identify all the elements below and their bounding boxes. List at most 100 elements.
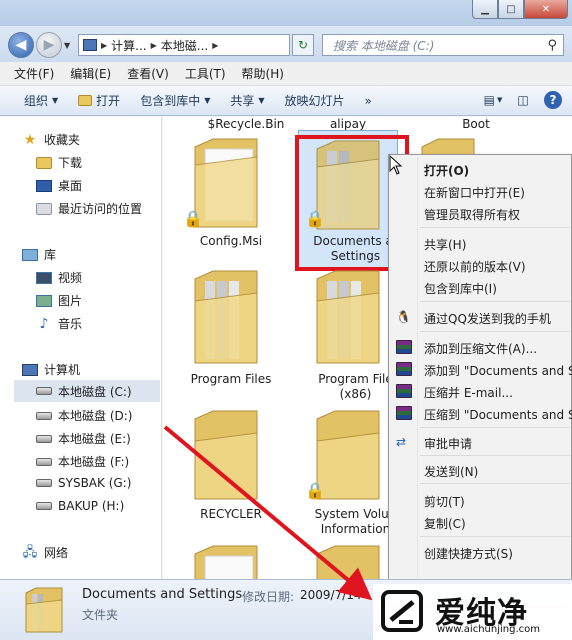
cm-create-shortcut[interactable]: 创建快捷方式(S)	[424, 545, 513, 562]
breadcrumb-computer[interactable]: 计算...	[111, 37, 146, 54]
nav-downloads[interactable]: 下载	[36, 154, 82, 171]
cm-share[interactable]: 共享(H)	[424, 236, 466, 253]
chevron-right-icon[interactable]: ▶	[151, 41, 157, 50]
context-menu: 打开(O) 在新窗口中打开(E) 管理员取得所有权 共享(H) 还原以前的版本(…	[388, 154, 572, 580]
cm-restore-previous[interactable]: 还原以前的版本(V)	[424, 258, 526, 275]
cm-send-to[interactable]: 发送到(N)	[424, 463, 478, 480]
nav-desktop[interactable]: 桌面	[36, 177, 82, 194]
share-label: 共享	[230, 94, 255, 108]
dropdown-arrow-icon: ▼	[258, 96, 265, 105]
picture-library-icon	[36, 294, 52, 307]
video-library-icon	[36, 271, 52, 284]
desktop-icon	[36, 179, 52, 192]
details-file-name: Documents and Settings	[82, 587, 243, 602]
cm-compress-email[interactable]: 压缩并 E-mail...	[424, 384, 513, 401]
cm-compress-to-named[interactable]: 压缩到 "Documents and S	[424, 406, 572, 423]
menu-help[interactable]: 帮助(H)	[242, 65, 284, 82]
nav-desktop-label: 桌面	[58, 179, 83, 193]
nav-drive-d[interactable]: 本地磁盘 (D:)	[36, 407, 132, 424]
winrar-icon	[396, 384, 412, 398]
watermark: 爱纯净 www.aichunjing.com	[373, 584, 572, 640]
recent-pages-dropdown-icon[interactable]: ▼	[64, 41, 70, 50]
nav-libraries[interactable]: 库	[22, 246, 56, 263]
chevron-right-icon[interactable]: ▶	[212, 41, 218, 50]
cm-add-to-archive[interactable]: 添加到压缩文件(A)...	[424, 340, 537, 357]
back-button[interactable]: ◀	[8, 32, 34, 58]
include-label: 包含到库中	[140, 94, 201, 108]
cm-open[interactable]: 打开(O)	[424, 162, 469, 179]
breadcrumb-local-disk[interactable]: 本地磁...	[161, 37, 208, 54]
nav-computer[interactable]: 计算机	[22, 361, 80, 378]
drive-icon	[36, 479, 52, 487]
nav-drive-f[interactable]: 本地磁盘 (F:)	[36, 453, 129, 470]
nav-recent-places[interactable]: 最近访问的位置	[36, 200, 142, 217]
help-icon[interactable]: ?	[544, 91, 562, 109]
minimize-button[interactable]: ▁	[472, 0, 498, 19]
folder-icon-program-files-x86[interactable]	[313, 267, 383, 367]
cm-separator	[420, 483, 570, 484]
nav-drive-c[interactable]: 本地磁盘 (C:)	[14, 380, 160, 402]
winrar-icon	[396, 406, 412, 420]
preview-pane-icon[interactable]: ◫	[514, 91, 532, 109]
nav-network[interactable]: 🖧 网络	[22, 544, 68, 561]
nav-music[interactable]: ♪ 音乐	[36, 315, 82, 332]
maximize-button[interactable]: □	[498, 0, 524, 19]
file-label-boot[interactable]: Boot	[421, 117, 531, 132]
chevron-right-icon[interactable]: ▶	[101, 41, 107, 50]
star-icon: ★	[23, 131, 37, 148]
search-icon[interactable]: ⚲	[547, 38, 557, 53]
menu-file[interactable]: 文件(F)	[14, 65, 54, 82]
nav-drive-g[interactable]: SYSBAK (G:)	[36, 476, 131, 490]
nav-libraries-label: 库	[44, 248, 57, 262]
cm-add-to-named-archive[interactable]: 添加到 "Documents and S	[424, 362, 572, 379]
library-icon	[22, 248, 38, 261]
include-in-library-button[interactable]: 包含到库中 ▼	[140, 92, 210, 109]
slideshow-button[interactable]: 放映幻灯片	[285, 92, 345, 109]
cm-separator	[420, 427, 570, 428]
folder-icon-program-files[interactable]	[191, 267, 261, 367]
folder-icon-partial[interactable]	[191, 542, 261, 579]
close-button[interactable]: ✕	[524, 0, 568, 19]
nav-drive-h[interactable]: BAKUP (H:)	[36, 499, 124, 513]
file-label-recycle-bin[interactable]: $Recycle.Bin	[191, 117, 301, 132]
cm-separator	[420, 227, 570, 228]
cm-send-qq[interactable]: 通过QQ发送到我的手机	[424, 310, 551, 327]
computer-icon	[22, 363, 38, 376]
cm-cut[interactable]: 剪切(T)	[424, 493, 465, 510]
drive-icon	[36, 502, 52, 510]
more-commands-button[interactable]: »	[365, 94, 372, 108]
cm-take-ownership[interactable]: 管理员取得所有权	[424, 206, 520, 223]
organize-button[interactable]: 组织 ▼	[24, 92, 58, 109]
nav-favorites[interactable]: ★ 收藏夹	[22, 131, 80, 148]
lock-icon: 🔒	[183, 209, 203, 228]
share-button[interactable]: 共享 ▼	[230, 92, 264, 109]
search-input[interactable]: 搜索 本地磁盘 (C:) ⚲	[322, 34, 564, 56]
cm-open-new-window[interactable]: 在新窗口中打开(E)	[424, 184, 525, 201]
open-button[interactable]: 打开	[78, 92, 120, 109]
file-label-config-msi[interactable]: Config.Msi	[181, 234, 281, 249]
menu-view[interactable]: 查看(V)	[127, 65, 169, 82]
refresh-button[interactable]: ↻	[292, 34, 314, 56]
network-icon: 🖧	[22, 544, 38, 560]
forward-button[interactable]: ▶	[36, 32, 62, 58]
change-view-icon[interactable]: ▤ ▼	[484, 91, 503, 109]
command-bar: 组织 ▼ 打开 包含到库中 ▼ 共享 ▼ 放映幻灯片 » ▤ ▼ ◫ ?	[0, 86, 572, 116]
nav-drive-e[interactable]: 本地磁盘 (E:)	[36, 430, 131, 447]
dropdown-arrow-icon: ▼	[52, 96, 59, 105]
file-label-program-files[interactable]: Program Files	[181, 372, 281, 387]
file-label-recycler[interactable]: RECYCLER	[181, 507, 281, 522]
folder-icon-recycler[interactable]	[191, 407, 261, 502]
nav-drive-g-label: SYSBAK (G:)	[58, 476, 132, 490]
menu-bar: 文件(F) 编辑(E) 查看(V) 工具(T) 帮助(H)	[0, 62, 572, 86]
cm-approval[interactable]: 审批申请	[424, 435, 472, 452]
details-date-value: 2009/7/14	[300, 588, 362, 602]
nav-pictures[interactable]: 图片	[36, 292, 82, 309]
folder-icon-partial[interactable]	[313, 542, 383, 579]
cm-include-in-library[interactable]: 包含到库中(I)	[424, 280, 497, 297]
cm-copy[interactable]: 复制(C)	[424, 515, 466, 532]
nav-videos[interactable]: 视频	[36, 269, 82, 286]
address-bar[interactable]: ▶ 计算... ▶ 本地磁... ▶	[78, 34, 290, 56]
menu-edit[interactable]: 编辑(E)	[70, 65, 111, 82]
cm-separator	[420, 331, 570, 332]
menu-tools[interactable]: 工具(T)	[185, 65, 226, 82]
